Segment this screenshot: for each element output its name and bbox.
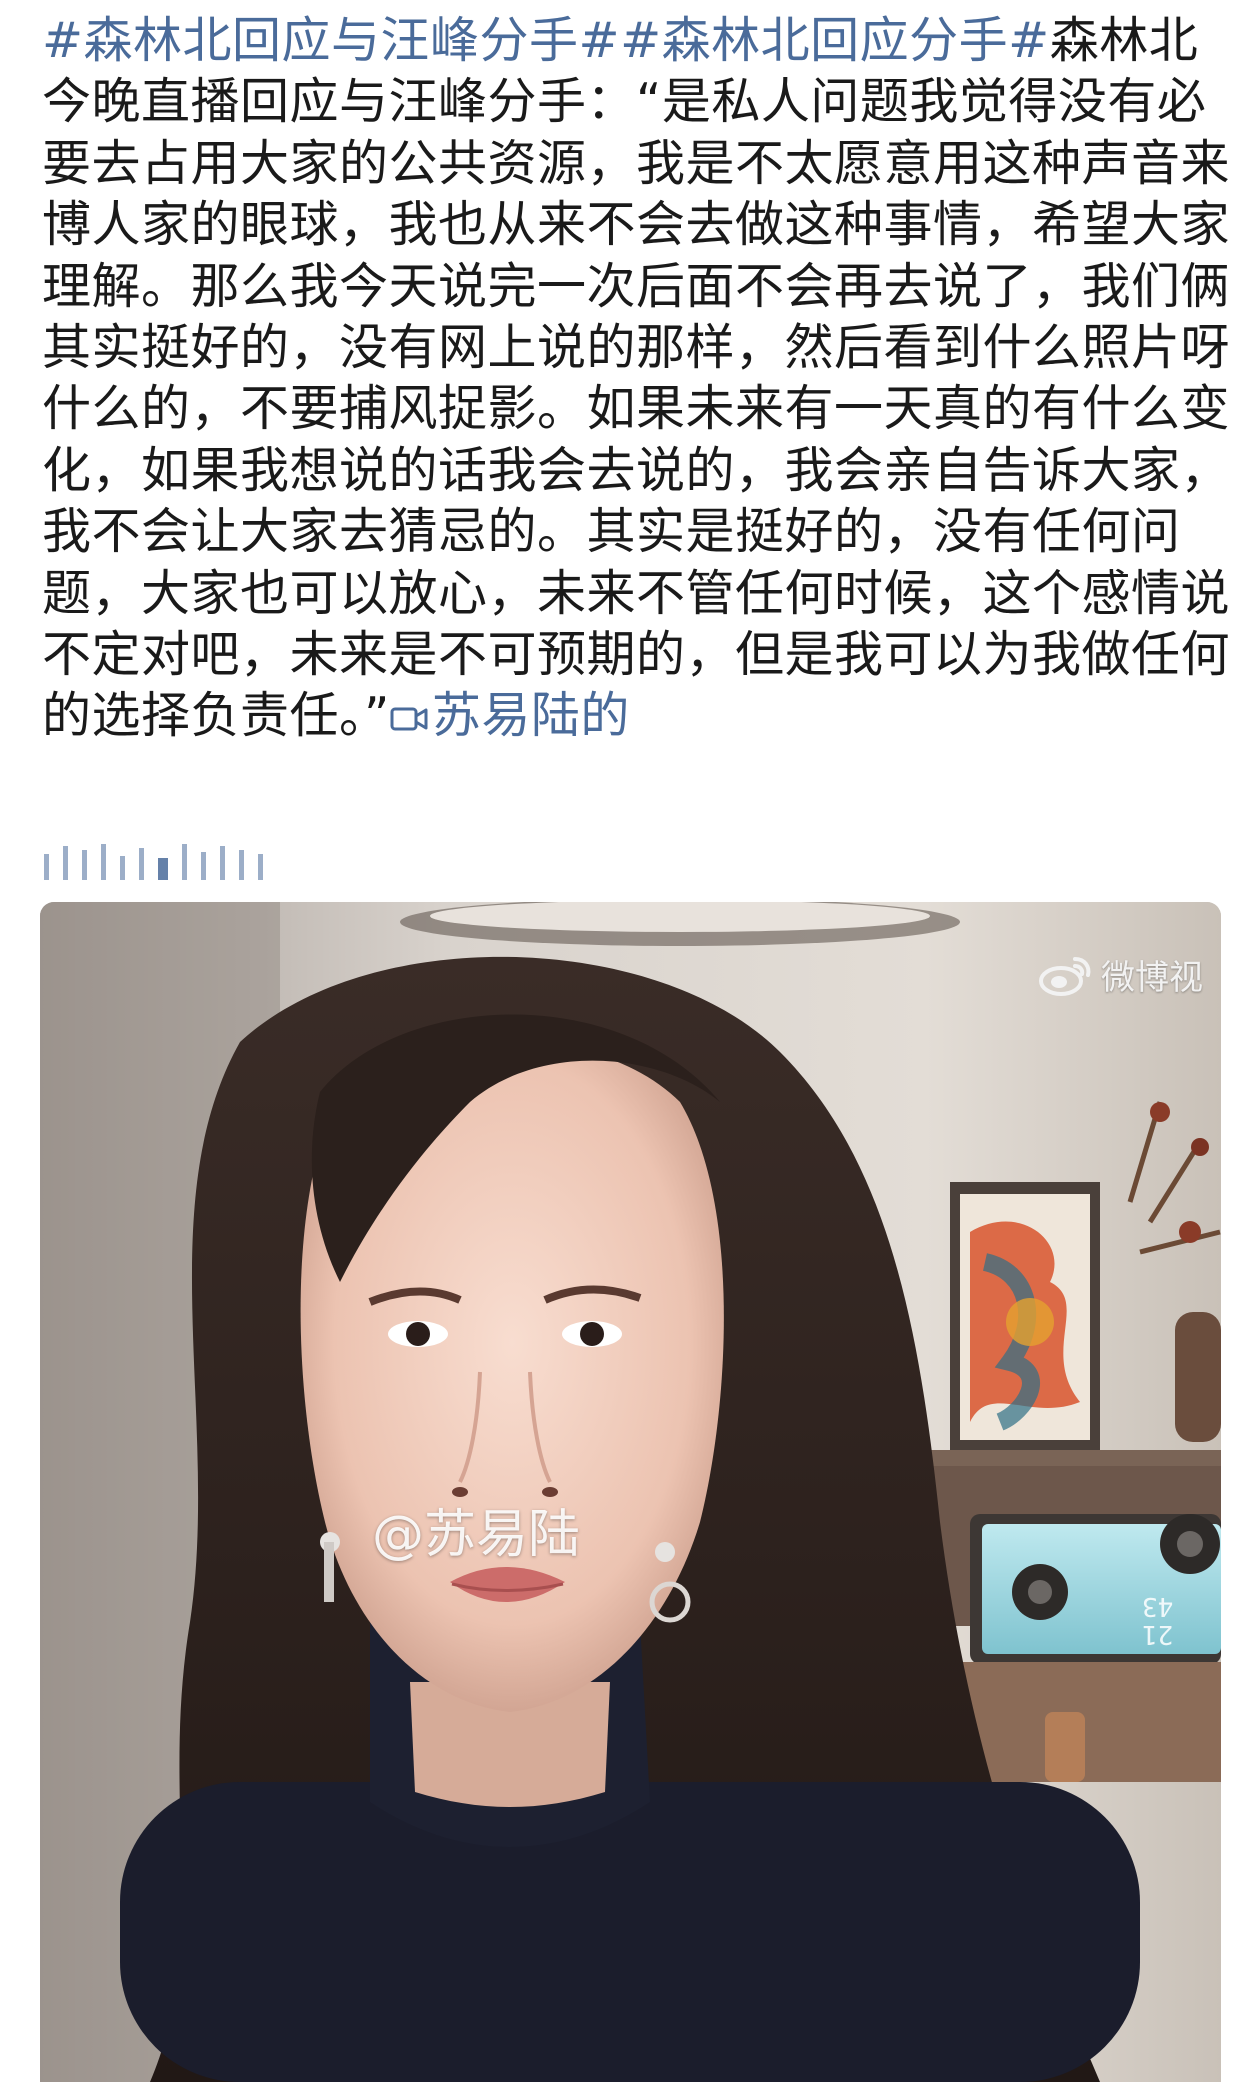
- video-player[interactable]: 微博视 @苏易陆 21 43: [40, 902, 1221, 2082]
- clock-minute: 43: [1142, 1591, 1174, 1621]
- video-source-link[interactable]: 苏易陆的: [390, 687, 630, 744]
- hashtag-link[interactable]: #森林北回应与汪峰分手#: [42, 12, 620, 69]
- hashtag-link[interactable]: #森林北回应分手#: [620, 12, 1050, 69]
- waveform-icon: [44, 840, 263, 880]
- post-text: #森林北回应与汪峰分手##森林北回应分手#森林北今晚直播回应与汪峰分手：“是私人…: [42, 10, 1232, 747]
- video-overlay-tag: @苏易陆: [372, 1505, 581, 1565]
- video-thumbnail: [40, 902, 1221, 2082]
- video-source-label: 苏易陆的: [431, 687, 630, 745]
- post-body: 森林北今晚直播回应与汪峰分手：“是私人问题我觉得没有必要去占用大家的公共资源，我…: [42, 12, 1231, 745]
- weibo-logo-icon: [1039, 956, 1091, 996]
- video-camera-icon: [390, 707, 428, 731]
- weibo-watermark: 微博视: [1037, 950, 1221, 999]
- watermark-text: 微博视: [1101, 958, 1203, 998]
- clock-display: 21 43: [1142, 1591, 1174, 1649]
- clock-hour: 21: [1142, 1619, 1174, 1649]
